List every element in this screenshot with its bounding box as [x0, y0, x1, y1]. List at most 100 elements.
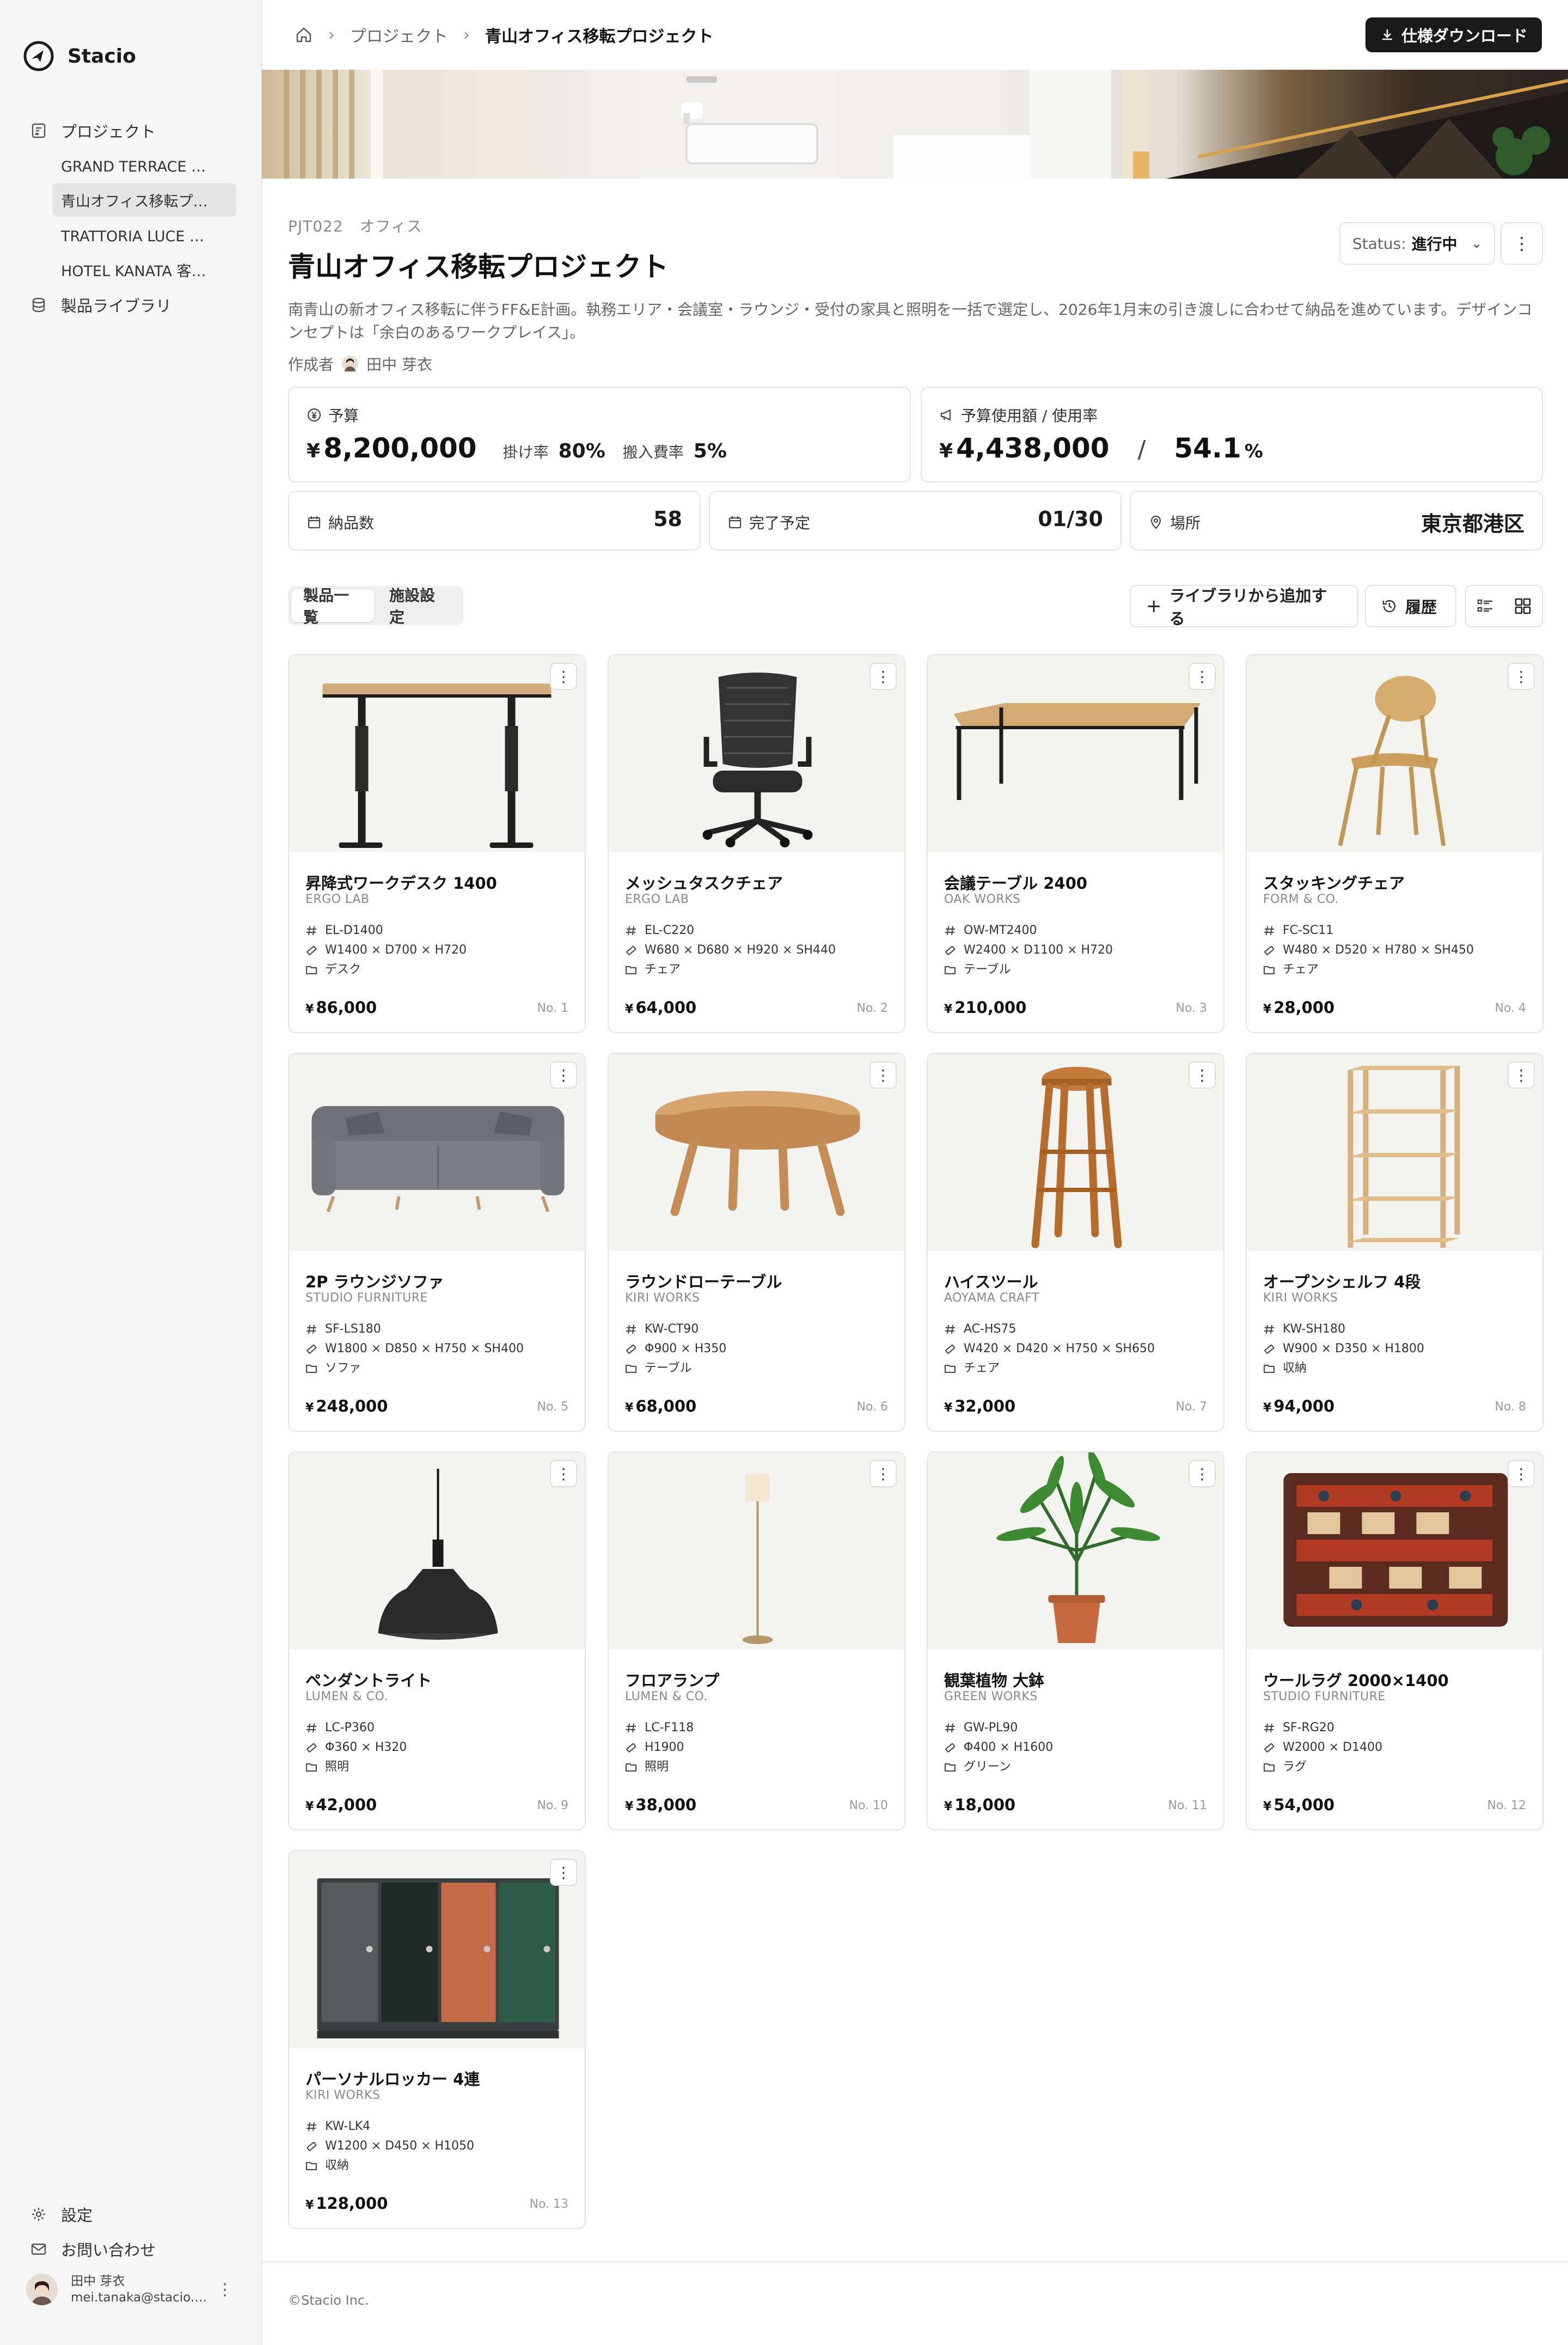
budget-value: 8,200,000 — [323, 432, 477, 464]
author-avatar — [342, 356, 359, 372]
product-brand: KIRI WORKS — [625, 1291, 700, 1305]
tab-facility[interactable]: 施設設定 — [377, 587, 460, 626]
product-specs: KW-SH180 W900 × D350 × H1800 収納 — [1263, 1320, 1424, 1378]
plus-icon: + — [1146, 595, 1162, 617]
product-card[interactable]: ⋮ ラウンドローテーブル KIRI WORKS KW-CT90 Φ900 × H350 テ… — [608, 1053, 905, 1432]
product-image: ⋮ — [609, 1452, 904, 1650]
sidebar-item-contact[interactable]: お問い合わせ — [30, 2232, 248, 2267]
ruler-icon — [625, 1741, 639, 1755]
product-more-button[interactable]: ⋮ — [550, 1061, 577, 1089]
product-more-button[interactable]: ⋮ — [550, 1859, 577, 1886]
product-brand: GREEN WORKS — [944, 1690, 1038, 1703]
location-label: 場所 — [1148, 511, 1200, 533]
product-more-button[interactable]: ⋮ — [550, 663, 577, 690]
product-code: EL-C220 — [645, 924, 695, 937]
due-date-card: 完了予定 01/30 — [709, 491, 1122, 551]
product-card[interactable]: ⋮ スタッキングチェア FORM & CO. FC-SC11 W480 × D520 ×… — [1246, 654, 1543, 1033]
product-more-button[interactable]: ⋮ — [1508, 1460, 1535, 1487]
sidebar-item-library[interactable]: 製品ライブラリ — [30, 288, 248, 322]
product-card[interactable]: ⋮ オープンシェルフ 4段 KIRI WORKS KW-SH180 W900 × D35… — [1246, 1053, 1543, 1432]
product-name: ラウンドローテーブル — [625, 1273, 782, 1291]
database-icon — [32, 297, 45, 313]
home-icon[interactable] — [295, 26, 313, 44]
hash-icon — [305, 1322, 320, 1336]
product-card[interactable]: ⋮ フロアランプ LUMEN & CO. LC-F118 H1900 照明 ¥38,000 N… — [608, 1451, 905, 1830]
sidebar: Stacio プロジェクト GRAND TERRACE 京… 青山オフィス移転プ… — [0, 0, 262, 2345]
product-more-button[interactable]: ⋮ — [1189, 1460, 1216, 1487]
product-category: テーブル — [964, 963, 1011, 976]
list-view-icon[interactable] — [1476, 597, 1494, 615]
product-card[interactable]: ⋮ ウールラグ 2000×1400 STUDIO FURNITURE SF-RG20 W… — [1246, 1451, 1543, 1830]
product-brand: OAK WORKS — [944, 893, 1021, 906]
product-price-value: 86,000 — [316, 998, 377, 1017]
product-card[interactable]: ⋮ パーソナルロッカー 4連 KIRI WORKS KW-LK4 W1200 × D45… — [288, 1850, 586, 2229]
product-card[interactable]: ⋮ 昇降式ワークデスク 1400 ERGO LAB EL-D1400 W1400 × D… — [288, 654, 586, 1033]
product-more-button[interactable]: ⋮ — [1508, 1061, 1535, 1089]
product-card[interactable]: ⋮ 観葉植物 大鉢 GREEN WORKS GW-PL90 Φ400 × H1600 グリ… — [927, 1451, 1224, 1830]
product-price-value: 64,000 — [635, 998, 697, 1017]
product-card[interactable]: ⋮ ハイスツール AOYAMA CRAFT AC-HS75 W420 × D420 × … — [927, 1053, 1224, 1432]
product-more-button[interactable]: ⋮ — [1508, 663, 1535, 690]
ruler-icon — [305, 2139, 320, 2153]
user-menu[interactable]: 田中 芽衣 mei.tanaka@stacio.c… ⋮ — [26, 2273, 244, 2306]
product-number: No. 3 — [1175, 1001, 1207, 1015]
product-more-button[interactable]: ⋮ — [1189, 663, 1216, 690]
user-email: mei.tanaka@stacio.c… — [71, 2291, 212, 2305]
product-price-value: 210,000 — [954, 998, 1027, 1017]
product-category: チェア — [1283, 963, 1319, 976]
product-card[interactable]: ⋮ メッシュタスクチェア ERGO LAB EL-C220 W680 × D680 × … — [608, 654, 905, 1033]
status-select[interactable]: Status: 進行中 ⌄ — [1339, 222, 1495, 265]
product-size: W480 × D520 × H780 × SH450 — [1283, 943, 1474, 957]
location-value: 東京都港区 — [1420, 512, 1524, 536]
product-card[interactable]: ⋮ 会議テーブル 2400 OAK WORKS OW-MT2400 W2400 × D1… — [927, 654, 1224, 1033]
product-specs: AC-HS75 W420 × D420 × H750 × SH650 チェア — [944, 1320, 1155, 1378]
product-more-button[interactable]: ⋮ — [869, 663, 897, 690]
budget-label-text: 予算 — [328, 407, 359, 425]
product-price: ¥38,000 — [625, 1796, 696, 1814]
more-vertical-icon[interactable]: ⋮ — [217, 2280, 233, 2299]
product-number: No. 1 — [537, 1001, 568, 1015]
breadcrumb-projects[interactable]: プロジェクト — [350, 23, 448, 47]
product-image: ⋮ — [609, 1054, 904, 1251]
budget-yen: ¥ — [307, 440, 321, 462]
sidebar-project-4[interactable]: HOTEL KANATA 客室… — [30, 253, 236, 286]
folder-icon — [305, 1760, 320, 1774]
product-image: ⋮ — [289, 1851, 585, 2048]
hash-icon — [625, 1322, 639, 1336]
brand[interactable]: Stacio — [22, 39, 136, 73]
project-icon — [32, 123, 46, 138]
product-more-button[interactable]: ⋮ — [550, 1460, 577, 1487]
product-more-button[interactable]: ⋮ — [1189, 1061, 1216, 1089]
sidebar-item-settings[interactable]: 設定 — [30, 2197, 248, 2232]
project-more-button[interactable]: ⋮ — [1500, 222, 1543, 265]
sidebar-item-projects[interactable]: プロジェクト — [30, 113, 248, 148]
sidebar-item-label: お問い合わせ — [61, 2241, 156, 2259]
download-spec-button[interactable]: 仕様ダウンロード — [1365, 17, 1542, 52]
product-category: ラグ — [1283, 1760, 1307, 1774]
product-code: SF-RG20 — [1283, 1721, 1334, 1735]
folder-icon — [944, 1361, 958, 1376]
history-button[interactable]: 履歴 — [1365, 585, 1456, 627]
add-from-library-label: ライブラリから追加する — [1169, 587, 1327, 628]
product-card[interactable]: ⋮ 2P ラウンジソファ STUDIO FURNITURE SF-LS180 W1800… — [288, 1053, 586, 1432]
product-more-button[interactable]: ⋮ — [869, 1460, 897, 1487]
yen-circle-icon — [307, 408, 321, 422]
sidebar-bottom: 設定 お問い合わせ — [30, 2197, 248, 2267]
sidebar-project-2[interactable]: 青山オフィス移転プ… — [52, 183, 236, 217]
product-more-button[interactable]: ⋮ — [869, 1061, 897, 1089]
product-number: No. 9 — [537, 1799, 568, 1812]
hash-icon — [944, 1322, 958, 1336]
ruler-icon — [1263, 1342, 1277, 1356]
product-number: No. 5 — [537, 1400, 568, 1414]
product-card[interactable]: ⋮ ペンダントライト LUMEN & CO. LC-P360 Φ360 × H320 照明… — [288, 1451, 586, 1830]
tab-products[interactable]: 製品一覧 — [291, 587, 374, 626]
budget-usage-card: 予算使用額 / 使用率 ¥ 4,438,000 / 54.1 % — [921, 387, 1543, 483]
top-bar: › プロジェクト › 青山オフィス移転プロジェクト 仕様ダウンロード — [262, 0, 1568, 70]
sidebar-project-1[interactable]: GRAND TERRACE 京… — [30, 148, 236, 182]
product-price: ¥68,000 — [625, 1397, 696, 1415]
add-from-library-button[interactable]: + ライブラリから追加する — [1130, 585, 1358, 628]
grid-view-icon[interactable] — [1514, 597, 1532, 615]
product-image: ⋮ — [289, 655, 585, 852]
product-specs: LC-F118 H1900 照明 — [625, 1718, 694, 1777]
sidebar-project-3[interactable]: TRATTORIA LUCE 表… — [30, 218, 236, 252]
